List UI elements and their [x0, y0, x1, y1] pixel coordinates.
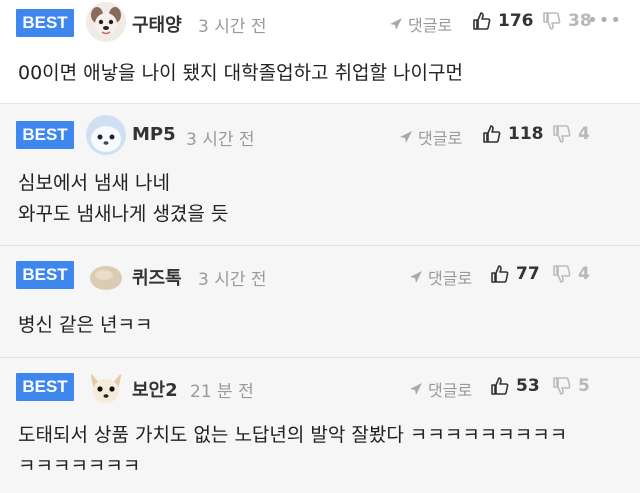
timestamp: 3 시간 전 [186, 130, 255, 150]
like-count: 118 [508, 124, 544, 144]
dislike-count: 4 [578, 264, 590, 284]
reply-button[interactable]: 댓글로 [408, 377, 472, 401]
like-count: 176 [498, 11, 534, 31]
reply-arrow-icon [410, 383, 422, 395]
reply-arrow-icon [390, 18, 402, 30]
like-count: 77 [516, 264, 540, 284]
comment-text: 도태되서 상품 가치도 없는 노답년의 발악 잘봤다 ㅋㅋㅋㅋㅋㅋㅋㅋㅋ ㅋㅋㅋ… [18, 424, 568, 477]
avatar[interactable] [86, 256, 126, 296]
thumbs-up-icon [483, 125, 501, 143]
thumbs-up-icon [491, 265, 509, 283]
reply-label: 댓글로 [408, 16, 453, 35]
best-badge: BEST [16, 261, 74, 289]
comment-text: 병신 같은 년ㅋㅋ [18, 314, 153, 336]
like-button[interactable]: 77 [490, 264, 540, 284]
dislike-button[interactable]: 4 [552, 264, 590, 284]
thumbs-down-icon [553, 125, 571, 143]
more-options-icon[interactable]: ••• [587, 10, 622, 31]
best-badge: BEST [16, 9, 74, 37]
like-button[interactable]: 53 [490, 376, 540, 396]
timestamp: 21 분 전 [190, 382, 254, 402]
comment-item: BEST 보안2 21 분 전 댓글로 53 5 도태되서 상품 가치도 없는 [0, 358, 640, 493]
reply-button[interactable]: 댓글로 [388, 12, 452, 36]
rice-cake-avatar-icon [90, 266, 122, 290]
dog-face-avatar-icon [86, 2, 126, 42]
thumbs-up-icon [491, 377, 509, 395]
like-button[interactable]: 118 [482, 124, 544, 144]
thumbs-down-icon [553, 377, 571, 395]
like-count: 53 [516, 376, 540, 396]
nickname[interactable]: MP5 [132, 124, 176, 145]
chihuahua-avatar-icon [90, 372, 122, 403]
comment-item: BEST MP5 3 시간 전 댓글로 118 4 심보에서 냄새 나네 와꾸도… [0, 104, 640, 246]
timestamp: 3 시간 전 [198, 17, 267, 37]
thumbs-down-icon [553, 265, 571, 283]
nickname[interactable]: 구태양 [132, 11, 182, 37]
reply-arrow-icon [400, 131, 412, 143]
reply-button[interactable]: 댓글로 [398, 125, 462, 149]
dislike-button[interactable]: 5 [552, 376, 590, 396]
avatar[interactable] [86, 2, 126, 42]
like-button[interactable]: 176 [472, 11, 534, 31]
comment-text: 00이면 애낳을 나이 됐지 대학졸업하고 취업할 나이구먼 [18, 62, 463, 84]
best-badge: BEST [16, 121, 74, 149]
thumbs-up-icon [473, 12, 491, 30]
reply-label: 댓글로 [428, 269, 473, 288]
nickname[interactable]: 퀴즈톡 [132, 264, 182, 290]
comment-item: BEST 구태양 3 시간 전 댓글로 176 38 ••• 00이면 애낳을 … [0, 0, 640, 104]
dislike-button[interactable]: 4 [552, 124, 590, 144]
reply-button[interactable]: 댓글로 [408, 265, 472, 289]
reply-label: 댓글로 [428, 381, 473, 400]
timestamp: 3 시간 전 [198, 270, 267, 290]
reply-arrow-icon [410, 271, 422, 283]
dislike-count: 4 [578, 124, 590, 144]
white-seal-avatar-icon [86, 115, 126, 155]
best-badge: BEST [16, 373, 74, 401]
nickname[interactable]: 보안2 [132, 376, 178, 402]
dislike-count: 5 [578, 376, 590, 396]
reply-label: 댓글로 [418, 129, 463, 148]
comment-item: BEST 퀴즈톡 3 시간 전 댓글로 77 4 병신 같은 년ㅋㅋ [0, 246, 640, 358]
avatar[interactable] [86, 368, 126, 408]
avatar[interactable] [86, 115, 126, 155]
comment-text: 심보에서 냄새 나네 와꾸도 냄새나게 생겼을 듯 [18, 172, 229, 225]
thumbs-down-icon [543, 12, 561, 30]
dislike-button[interactable]: 38 [542, 11, 592, 31]
